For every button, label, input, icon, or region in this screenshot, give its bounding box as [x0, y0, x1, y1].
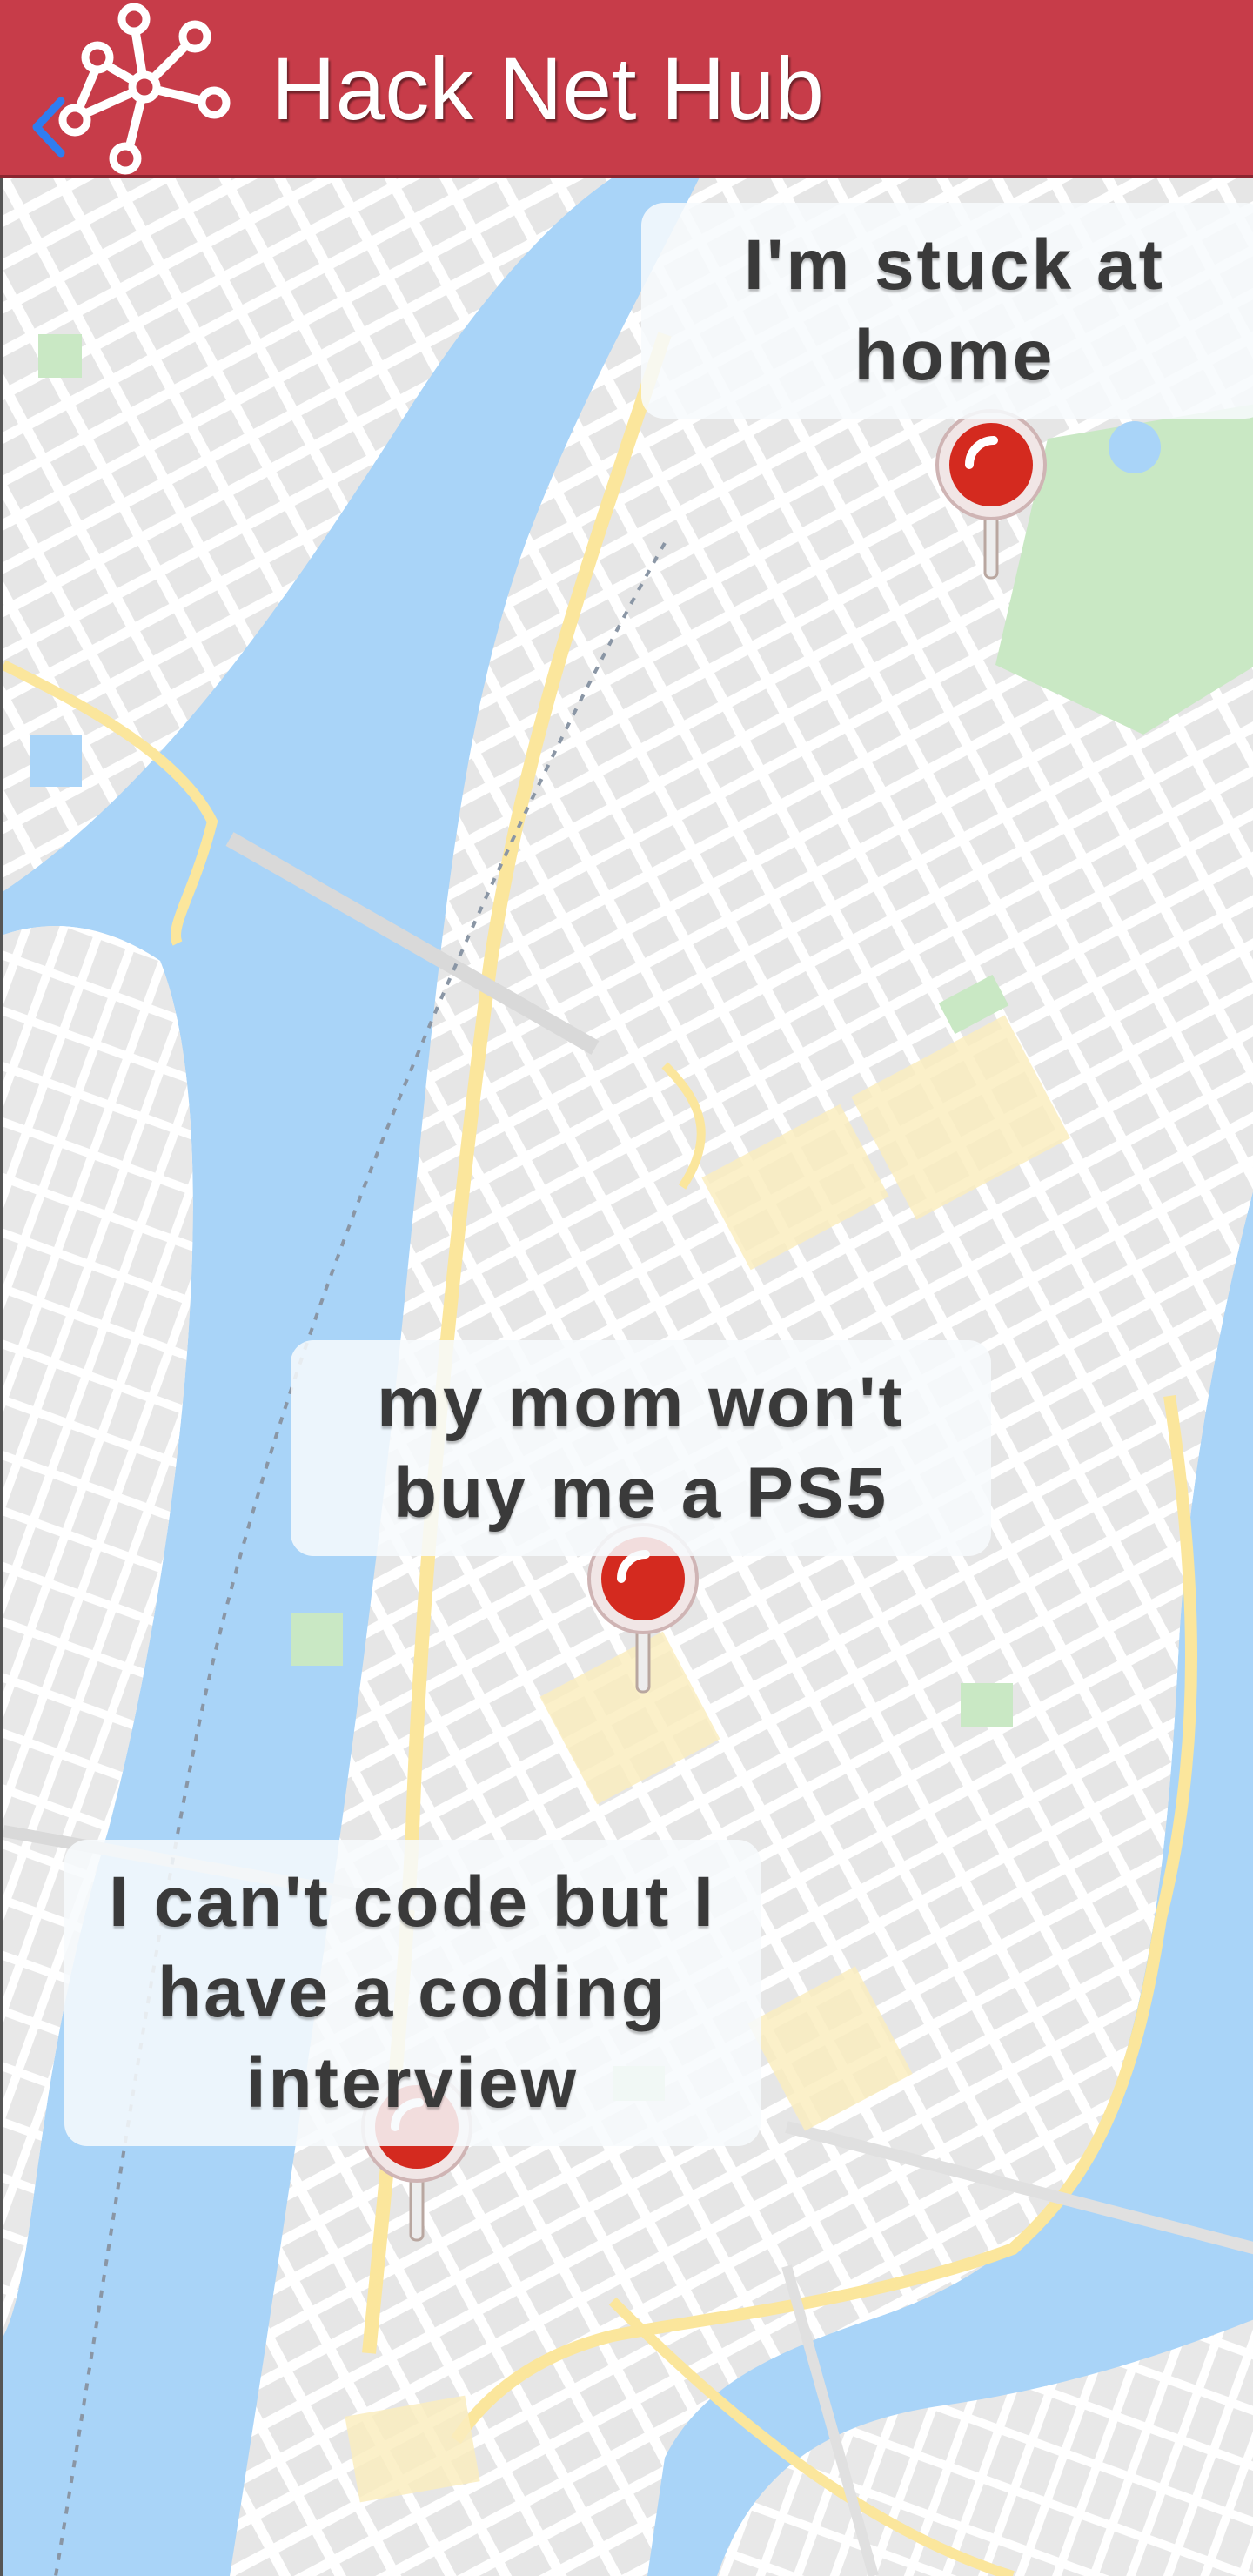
app-screen: Hack Net Hub I'm stuck at home my mom wo…	[0, 0, 1253, 2576]
app-title: Hack Net Hub	[271, 39, 824, 138]
pin-bubble-3[interactable]: I can't code but I have a coding intervi…	[64, 1840, 761, 2146]
map-pin-icon[interactable]	[926, 404, 1056, 604]
pin-label: I can't code but I have a coding intervi…	[109, 1862, 716, 2123]
pin-bubble-1[interactable]: I'm stuck at home	[641, 203, 1253, 419]
chevron-left-icon[interactable]	[28, 92, 71, 162]
app-header: Hack Net Hub	[0, 0, 1253, 178]
network-nodes-icon	[58, 3, 231, 175]
pin-label: my mom won't buy me a PS5	[377, 1363, 905, 1533]
pin-label: I'm stuck at home	[744, 225, 1165, 395]
pin-bubble-2[interactable]: my mom won't buy me a PS5	[291, 1340, 991, 1556]
map-view[interactable]: I'm stuck at home my mom won't buy me a …	[0, 178, 1253, 2576]
